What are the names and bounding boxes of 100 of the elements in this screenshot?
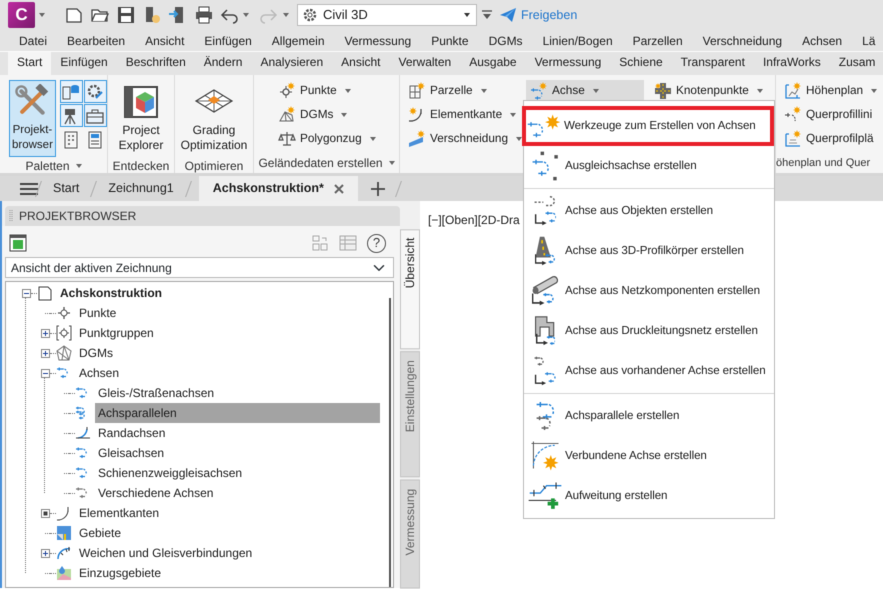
menu-item[interactable]: Bearbeiten — [67, 32, 126, 50]
menu-item[interactable]: Parzellen — [632, 32, 683, 50]
ribbon-button[interactable]: Punkte — [274, 80, 380, 102]
menu-item[interactable]: Linien/Bogen — [542, 32, 613, 50]
menu-item[interactable]: Achse aus Druckleitungsnetz erstellen — [524, 311, 774, 351]
menu-item[interactable]: Ausgleichsachse erstellen — [524, 146, 774, 186]
tree-item[interactable]: Achskonstruktion — [57, 283, 380, 303]
tree-item[interactable]: Verschiedene Achsen — [95, 483, 380, 503]
menu-item[interactable]: Achsparallele erstellen — [524, 396, 774, 436]
caret-icon[interactable] — [243, 13, 249, 17]
tree-item[interactable]: Gleisachsen — [95, 443, 380, 463]
ribbon-tab[interactable]: Zusam — [830, 52, 883, 75]
ribbon-tab[interactable]: Ändern — [194, 52, 252, 75]
tree-item[interactable]: Gebiete — [76, 523, 380, 543]
viewport-controls[interactable]: [−][Oben][2D-Dra — [428, 213, 520, 227]
document-tab[interactable]: Zeichnung1 — [94, 176, 188, 201]
palette-toggle[interactable] — [84, 104, 107, 127]
caret-icon[interactable] — [39, 13, 45, 17]
menu-item[interactable]: Datei — [19, 32, 48, 50]
ribbon-button[interactable]: Polygonzug — [274, 128, 380, 150]
tree-item[interactable]: Elementkanten — [76, 503, 380, 523]
menu-item[interactable]: Einfügen — [204, 32, 252, 50]
view-dropdown[interactable]: Ansicht der aktiven Zeichnung — [5, 257, 394, 278]
menu-item[interactable]: Achse aus 3D-Profilkörper erstellen — [524, 231, 774, 271]
menu-item[interactable]: Ansicht — [145, 32, 184, 50]
menu-item[interactable]: Aufweitung erstellen — [524, 476, 774, 516]
ribbon-tab[interactable]: Verwalten — [390, 52, 460, 75]
caret-icon[interactable] — [516, 137, 522, 141]
menu-item[interactable]: Achse aus Netzkomponenten erstellen — [524, 271, 774, 311]
expand-toggle[interactable] — [40, 328, 50, 338]
tree-item[interactable]: DGMs — [76, 343, 380, 363]
print-icon[interactable] — [194, 5, 214, 25]
help-button[interactable]: ? — [367, 234, 386, 252]
menu-item[interactable]: Achse aus Objekten erstellen — [524, 191, 774, 231]
expand-toggle[interactable] — [40, 348, 50, 358]
tree-item[interactable]: Punkte — [76, 303, 380, 323]
ribbon-tab[interactable]: Ansicht — [332, 52, 390, 75]
menu-item[interactable]: Lä — [862, 32, 876, 50]
caret-icon[interactable] — [341, 113, 348, 117]
tree-item[interactable]: Weichen und Gleisverbindungen — [76, 543, 380, 563]
ribbon-tab[interactable]: InfraWorks — [754, 52, 830, 75]
menu-item[interactable]: Allgemein — [272, 32, 324, 50]
tree-item[interactable]: Einzugsgebiete — [76, 563, 380, 583]
large-ribbon-button[interactable]: Projekt-browser — [9, 80, 56, 157]
menu-item[interactable]: DGMs — [488, 32, 523, 50]
ribbon-button[interactable]: Parzelle — [404, 80, 520, 102]
ribbon-button[interactable]: Höhenplan — [780, 80, 882, 102]
side-tab[interactable]: Vermessung — [400, 480, 420, 588]
tree-item[interactable]: Achsen — [76, 363, 380, 383]
ribbon-button[interactable]: Elementkante — [404, 104, 520, 126]
menu-item[interactable]: Achse aus vorhandener Achse erstellen — [524, 351, 774, 391]
palette-toggle[interactable] — [84, 80, 107, 103]
menu-item[interactable]: Werkzeuge zum Erstellen von Achsen — [522, 106, 774, 146]
menu-item[interactable]: Verbundene Achse erstellen — [524, 436, 774, 476]
collapse-toggle[interactable] — [22, 288, 30, 298]
large-ribbon-button[interactable]: Project Explorer — [112, 80, 170, 157]
ribbon-tab[interactable]: Schiene — [610, 52, 672, 75]
palette-toggle[interactable] — [60, 80, 83, 103]
workspace-dropdown[interactable]: Civil 3D — [297, 4, 477, 26]
app-logo[interactable]: C — [8, 2, 35, 28]
menu-item[interactable]: Vermessung — [344, 32, 412, 50]
ribbon-button[interactable]: Querprofilplä — [780, 128, 882, 150]
menu-item[interactable]: Verschneidung — [702, 32, 782, 50]
ribbon-tab[interactable]: Ausgabe — [460, 52, 526, 75]
caret-icon[interactable] — [756, 89, 763, 93]
caret-icon[interactable] — [388, 161, 395, 165]
ribbon-tab[interactable]: Analysieren — [251, 52, 332, 75]
caret-icon[interactable] — [592, 89, 599, 93]
ribbon-tab[interactable]: Start — [8, 52, 52, 75]
expand-toggle[interactable] — [40, 548, 50, 558]
caret-icon[interactable] — [76, 164, 82, 168]
ribbon-tab[interactable]: Einfügen — [51, 52, 117, 75]
scrollbar[interactable] — [389, 298, 391, 587]
ribbon-button[interactable]: Achse — [526, 80, 644, 102]
ribbon-tab[interactable]: Transparent — [672, 52, 754, 75]
caret-icon[interactable] — [871, 89, 878, 93]
caret-icon[interactable] — [283, 13, 289, 17]
collapse-toggle[interactable] — [40, 368, 50, 378]
close-icon[interactable] — [334, 184, 344, 194]
menu-icon[interactable] — [20, 182, 38, 196]
document-tab[interactable]: Start — [39, 176, 94, 201]
ribbon-tab[interactable]: Beschriften — [116, 52, 195, 75]
tree-item[interactable]: Punktgruppen — [76, 323, 380, 343]
menu-item[interactable]: Punkte — [431, 32, 469, 50]
document-tab[interactable]: Achskonstruktion* — [198, 176, 358, 201]
ribbon-button[interactable]: DGMs — [274, 104, 380, 126]
tree-item[interactable]: Gleis-/Straßenachsen — [95, 383, 380, 403]
palette-toggle[interactable] — [60, 104, 83, 127]
share-button[interactable]: Freigeben — [497, 6, 580, 24]
large-ribbon-button[interactable]: Grading Optimization — [178, 80, 250, 157]
menu-item[interactable]: Achsen — [802, 32, 842, 50]
caret-icon[interactable] — [510, 113, 516, 117]
caret-icon[interactable] — [370, 137, 376, 141]
ribbon-tab[interactable]: Vermessung — [526, 52, 610, 75]
tree-item[interactable]: Randachsen — [95, 423, 380, 443]
pending-toggle[interactable] — [40, 508, 50, 518]
caret-icon[interactable] — [480, 89, 487, 93]
add-tab-icon[interactable] — [370, 180, 386, 196]
tree-item[interactable]: Achsparallelen — [95, 403, 380, 423]
side-tab[interactable]: Einstellungen — [400, 351, 420, 478]
